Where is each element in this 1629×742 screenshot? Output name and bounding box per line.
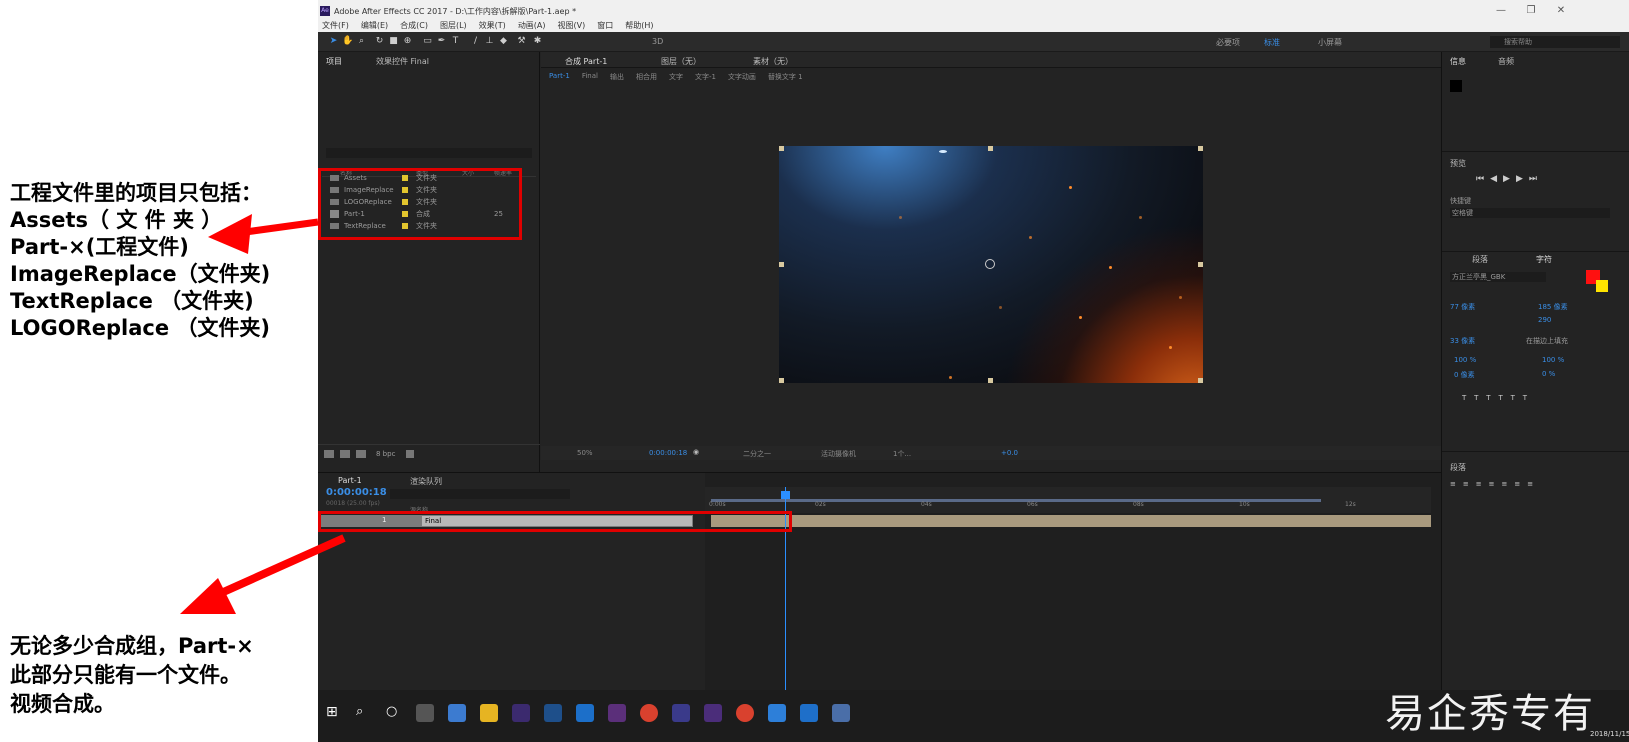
page-root: 工程文件里的项目只包括： Assets（ 文 件 夹 ） Part-×(工程文件…: [0, 0, 1629, 742]
taskbar-date: 2018/11/15: [1590, 730, 1629, 738]
arrow-to-project: [208, 214, 319, 254]
arrow-to-timeline: [180, 534, 346, 614]
annotation-arrows: [180, 214, 346, 614]
watermark: 易企秀专有: [1385, 691, 1595, 737]
